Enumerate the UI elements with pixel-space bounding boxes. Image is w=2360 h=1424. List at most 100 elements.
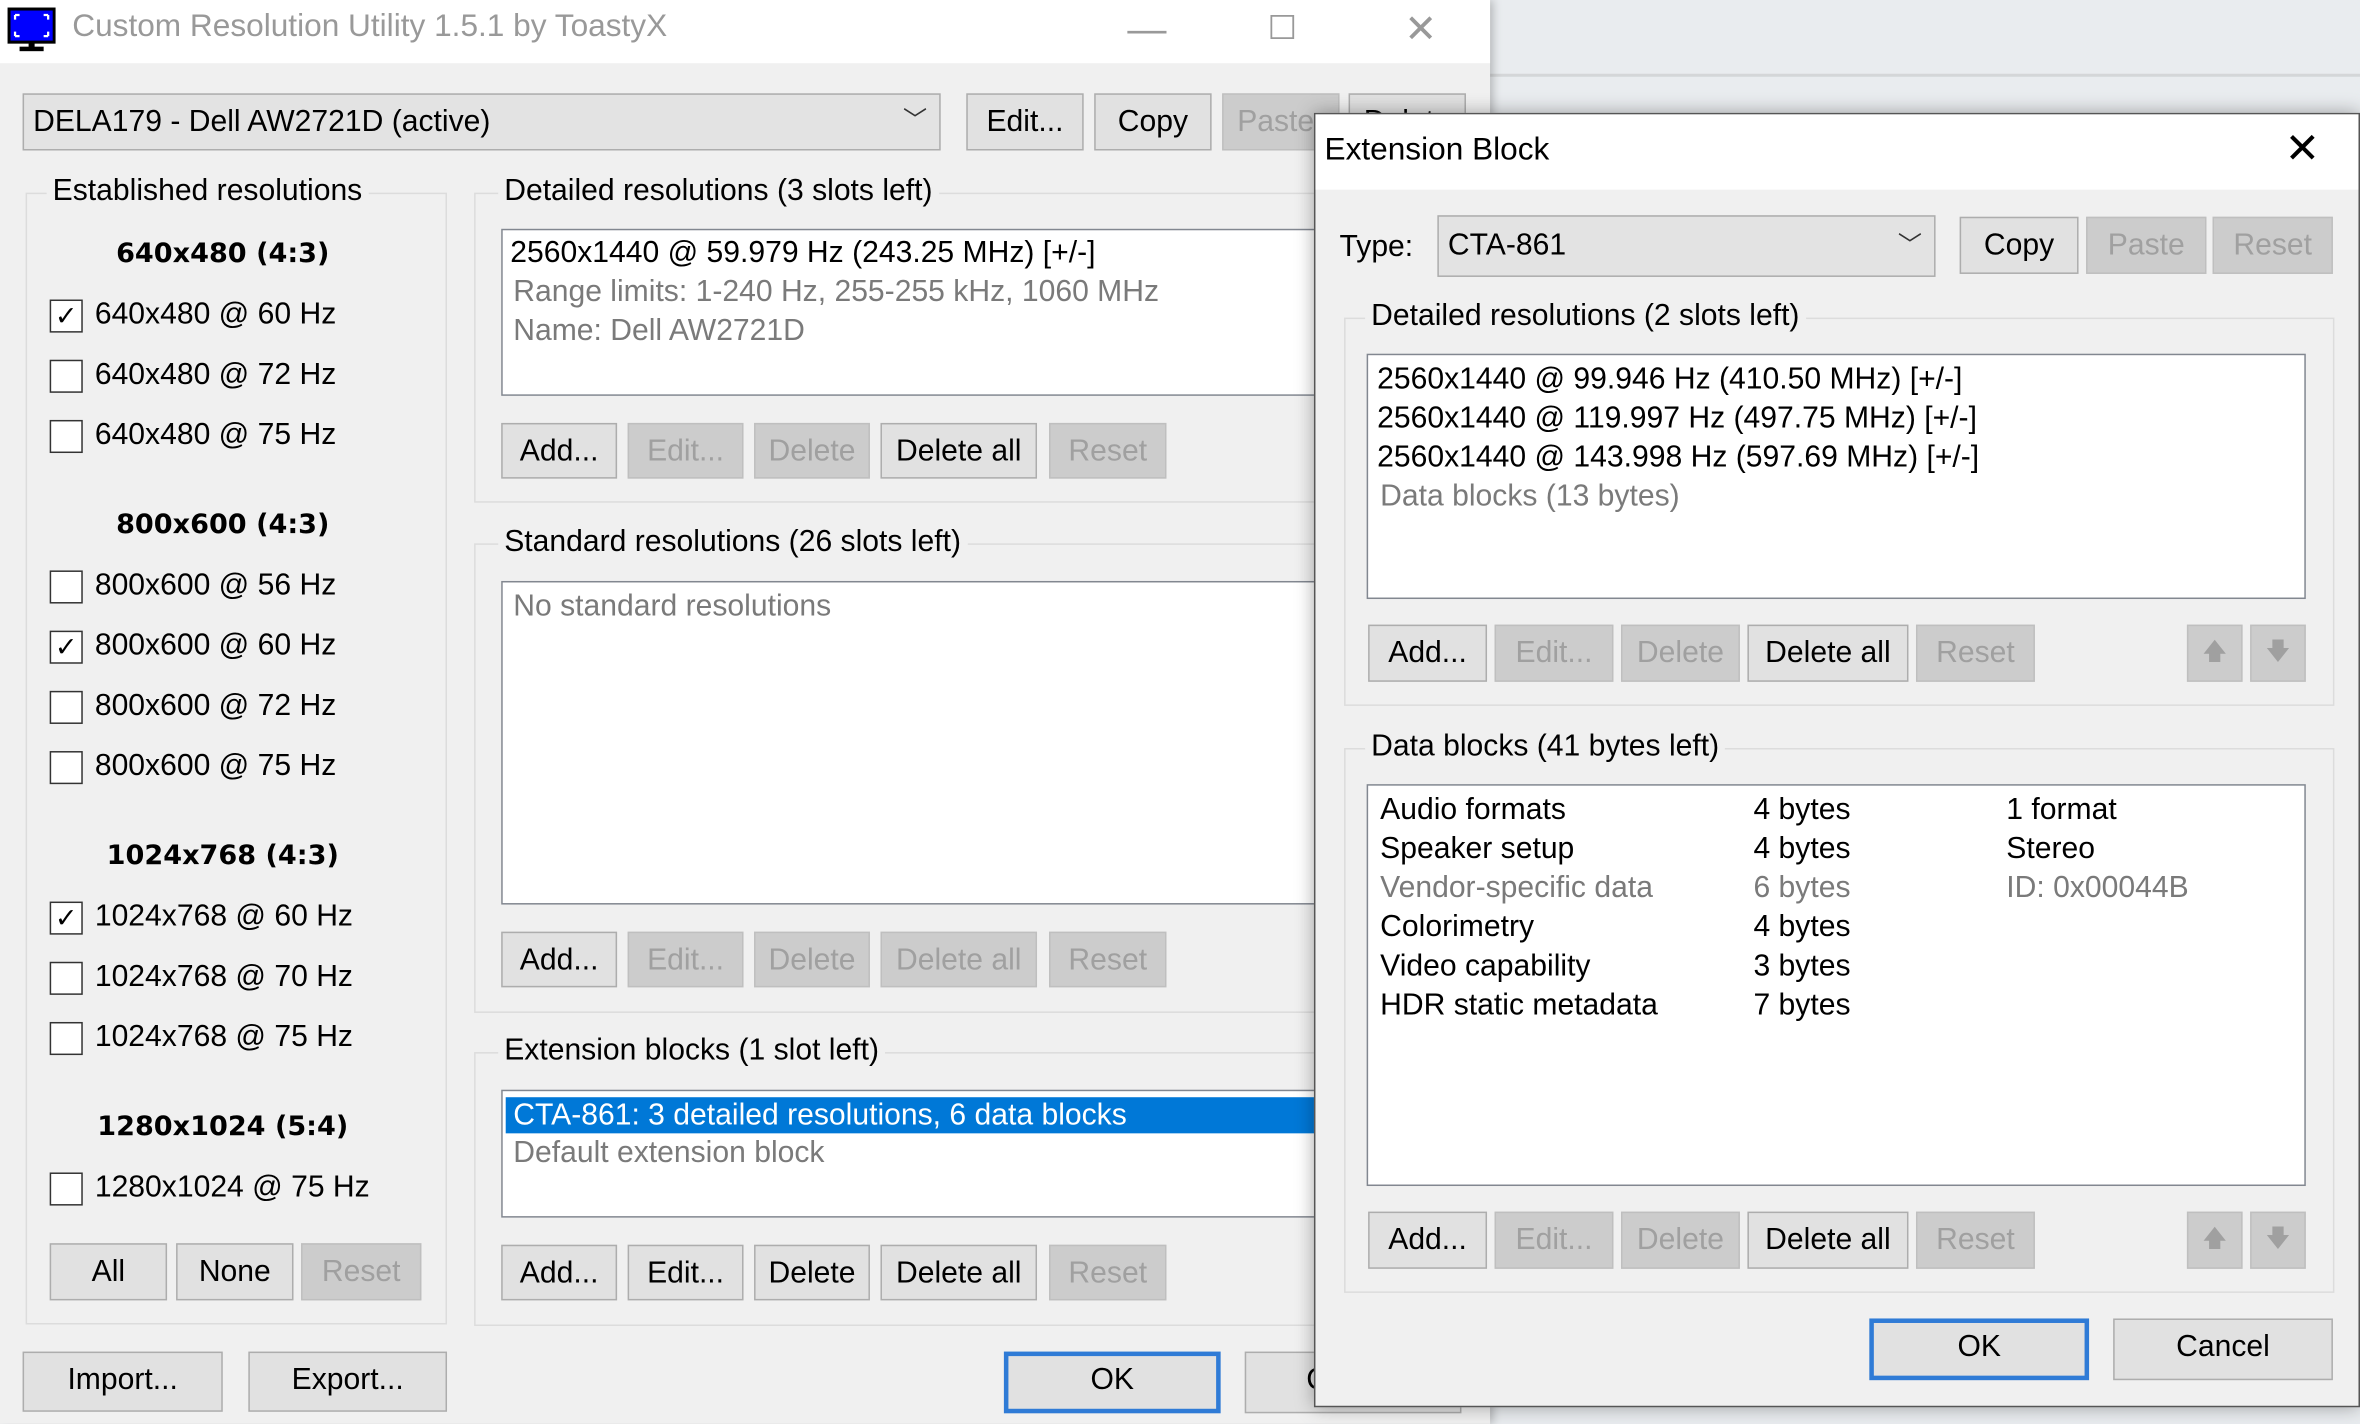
established-all-button[interactable]: All <box>49 1243 168 1301</box>
data-blocks-delete-all-button[interactable]: Delete all <box>1747 1211 1909 1269</box>
data-block-name: Colorimetry <box>1380 910 1535 944</box>
import-button[interactable]: Import... <box>22 1351 223 1412</box>
dialog-detailed-add-button[interactable]: Add... <box>1368 624 1488 682</box>
data-blocks-add-button[interactable]: Add... <box>1368 1211 1488 1269</box>
checkbox[interactable] <box>49 751 83 785</box>
dialog-cancel-button[interactable]: Cancel <box>2113 1318 2333 1381</box>
checkbox[interactable]: ✓ <box>49 630 83 664</box>
data-blocks-list[interactable]: Audio formats 4 bytes 1 format Speaker setu… <box>1366 784 2306 1187</box>
dialog-close-button[interactable]: ✕ <box>2285 123 2320 173</box>
close-button[interactable]: ✕ <box>1391 6 1451 53</box>
detailed-delete-button[interactable]: Delete <box>754 422 870 479</box>
data-blocks-move-up-icon[interactable]: 🡅 <box>2186 1211 2243 1269</box>
type-select[interactable]: CTA-861 ﹀ <box>1437 215 1936 277</box>
dialog-detailed-label: Detailed resolutions (2 slots left) <box>1365 299 1806 335</box>
screen: Custom Resolution Utility 1.5.1 by Toast… <box>0 0 2360 1424</box>
extension-delete-button[interactable]: Delete <box>754 1244 870 1301</box>
list-item[interactable]: Default extension block <box>513 1136 824 1171</box>
detailed-add-button[interactable]: Add... <box>501 422 618 479</box>
standard-add-button[interactable]: Add... <box>501 931 618 988</box>
established-reset-button[interactable]: Reset <box>301 1243 422 1301</box>
minimize-button[interactable]: — <box>1117 6 1177 53</box>
dialog-reset-button[interactable]: Reset <box>2212 216 2333 274</box>
table-row[interactable]: Colorimetry 4 bytes <box>1368 911 2301 950</box>
standard-edit-button[interactable]: Edit... <box>627 931 744 988</box>
list-item[interactable]: 2560x1440 @ 143.998 Hz (597.69 MHz) [+/-… <box>1377 441 1979 476</box>
list-item[interactable]: 2560x1440 @ 59.979 Hz (243.25 MHz) [+/-] <box>510 236 1095 271</box>
monitor-edit-button[interactable]: Edit... <box>966 93 1084 151</box>
list-item[interactable]: 2560x1440 @ 119.997 Hz (497.75 MHz) [+/-… <box>1377 402 1977 437</box>
checkbox[interactable] <box>49 1021 83 1056</box>
dialog-detailed-reset-button[interactable]: Reset <box>1915 624 2035 682</box>
established-label: Established resolutions <box>46 174 369 210</box>
detailed-reset-button[interactable]: Reset <box>1049 422 1167 479</box>
checkbox-label[interactable]: 1024x768 @ 60 Hz <box>95 900 353 935</box>
standard-delete-button[interactable]: Delete <box>754 931 870 988</box>
checkbox-label[interactable]: 1024x768 @ 75 Hz <box>95 1020 353 1055</box>
checkbox[interactable] <box>49 359 83 393</box>
dialog-ok-button[interactable]: OK <box>1869 1318 2090 1381</box>
data-block-name: Vendor-specific data <box>1380 871 1653 905</box>
dialog-paste-button[interactable]: Paste <box>2086 216 2207 274</box>
table-row[interactable]: Vendor-specific data 6 bytes ID: 0x00044B <box>1368 871 2301 910</box>
checkbox[interactable] <box>49 1172 83 1206</box>
monitor-copy-button[interactable]: Copy <box>1094 93 1212 151</box>
data-block-info: Stereo <box>2006 832 2096 866</box>
dialog-detailed-list[interactable]: 2560x1440 @ 99.946 Hz (410.50 MHz) [+/-]… <box>1366 353 2306 600</box>
monitor-select[interactable]: DELA179 - Dell AW2721D (active) ﹀ <box>22 93 941 151</box>
extension-add-button[interactable]: Add... <box>501 1244 618 1301</box>
table-row[interactable]: Audio formats 4 bytes 1 format <box>1368 793 2301 832</box>
checkbox-label[interactable]: 800x600 @ 56 Hz <box>95 569 336 604</box>
standard-reset-button[interactable]: Reset <box>1049 931 1167 988</box>
detailed-edit-button[interactable]: Edit... <box>627 422 744 479</box>
extension-reset-button[interactable]: Reset <box>1049 1244 1167 1301</box>
export-button[interactable]: Export... <box>248 1351 448 1412</box>
checkbox-label[interactable]: 800x600 @ 60 Hz <box>95 629 336 664</box>
table-row[interactable]: HDR static metadata 7 bytes <box>1368 989 2301 1028</box>
list-item[interactable]: Range limits: 1-240 Hz, 255-255 kHz, 106… <box>513 275 1159 310</box>
checkbox[interactable]: ✓ <box>49 901 83 935</box>
checkbox-label[interactable]: 640x480 @ 60 Hz <box>95 298 336 333</box>
data-block-size: 3 bytes <box>1753 949 1851 983</box>
checkbox[interactable] <box>49 570 83 604</box>
dialog-detailed-move-down-icon[interactable]: 🡇 <box>2250 624 2306 682</box>
dialog-copy-button[interactable]: Copy <box>1959 216 2079 274</box>
checkbox[interactable] <box>49 419 83 454</box>
extension-edit-button[interactable]: Edit... <box>627 1244 744 1301</box>
list-item[interactable]: Name: Dell AW2721D <box>513 315 805 350</box>
data-blocks-reset-button[interactable]: Reset <box>1915 1211 2035 1269</box>
table-row[interactable]: Speaker setup 4 bytes Stereo <box>1368 832 2301 871</box>
detailed-label: Detailed resolutions (3 slots left) <box>498 174 939 210</box>
checkbox-label[interactable]: 640x480 @ 72 Hz <box>95 358 336 393</box>
list-item[interactable]: 2560x1440 @ 99.946 Hz (410.50 MHz) [+/-] <box>1377 363 1962 398</box>
dialog-detailed-delete-all-button[interactable]: Delete all <box>1747 624 1909 682</box>
data-block-size: 4 bytes <box>1753 832 1851 866</box>
dialog-detailed-edit-button[interactable]: Edit... <box>1494 624 1614 682</box>
dialog-detailed-move-up-icon[interactable]: 🡅 <box>2186 624 2243 682</box>
data-block-size: 7 bytes <box>1753 988 1851 1022</box>
data-block-size: 4 bytes <box>1753 793 1851 827</box>
checkbox-label[interactable]: 640x480 @ 75 Hz <box>95 418 336 453</box>
group-header: 800x600 (4:3) <box>116 508 330 541</box>
data-blocks-edit-button[interactable]: Edit... <box>1494 1211 1614 1269</box>
data-blocks-move-down-icon[interactable]: 🡇 <box>2250 1211 2306 1269</box>
established-none-button[interactable]: None <box>176 1243 294 1301</box>
ok-button[interactable]: OK <box>1003 1351 1221 1414</box>
maximize-button[interactable]: ☐ <box>1252 9 1312 48</box>
dialog-detailed-delete-button[interactable]: Delete <box>1620 624 1740 682</box>
extension-delete-all-button[interactable]: Delete all <box>880 1244 1038 1301</box>
checkbox[interactable] <box>49 690 83 724</box>
detailed-delete-all-button[interactable]: Delete all <box>880 422 1038 479</box>
table-row[interactable]: Video capability 3 bytes <box>1368 950 2301 989</box>
checkbox-label[interactable]: 800x600 @ 72 Hz <box>95 689 336 724</box>
data-block-info: 1 format <box>2006 793 2117 827</box>
data-blocks-delete-button[interactable]: Delete <box>1620 1211 1740 1269</box>
checkbox-label[interactable]: 800x600 @ 75 Hz <box>95 750 336 785</box>
checkbox-label[interactable]: 1024x768 @ 70 Hz <box>95 960 353 995</box>
checkbox[interactable]: ✓ <box>49 299 83 333</box>
group-header: 640x480 (4:3) <box>116 237 330 270</box>
standard-delete-all-button[interactable]: Delete all <box>880 931 1038 988</box>
checkbox[interactable] <box>49 961 83 995</box>
checkbox-label[interactable]: 1280x1024 @ 75 Hz <box>95 1171 370 1206</box>
list-item[interactable]: Data blocks (13 bytes) <box>1380 480 1679 515</box>
